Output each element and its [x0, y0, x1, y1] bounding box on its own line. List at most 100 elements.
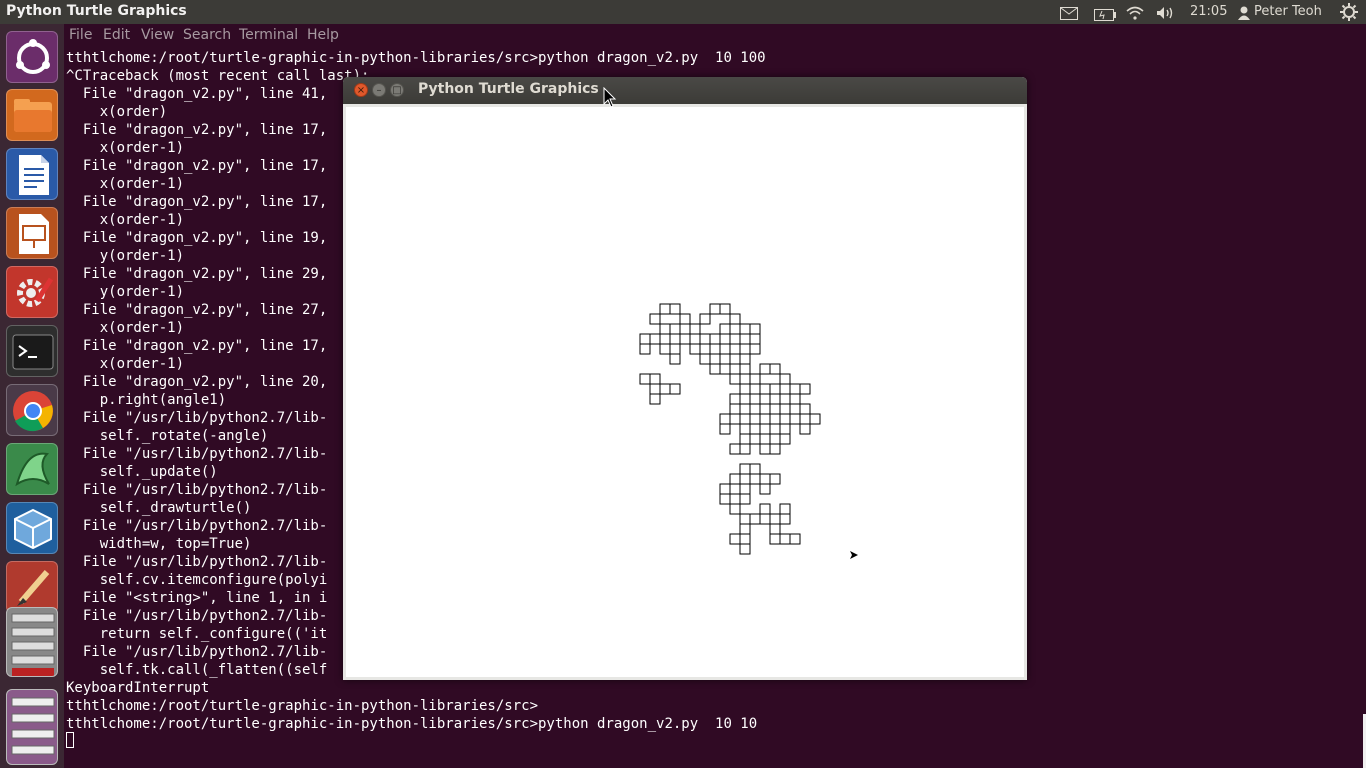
- terminal-icon[interactable]: [6, 325, 58, 377]
- terminal-line: tthtlchome:/root/turtle-graphic-in-pytho…: [66, 716, 758, 732]
- curve-segment: [699, 333, 711, 345]
- menu-file[interactable]: File: [69, 27, 92, 43]
- curve-segment: [769, 383, 781, 395]
- menu-search[interactable]: Search: [183, 27, 231, 43]
- curve-segment: [749, 383, 761, 395]
- chrome-icon[interactable]: [6, 384, 58, 436]
- curve-segment: [759, 363, 771, 375]
- curve-segment: [739, 543, 751, 555]
- curve-segment: [769, 393, 781, 405]
- curve-segment: [649, 393, 661, 405]
- curve-segment: [759, 423, 771, 435]
- volume-icon[interactable]: [1156, 5, 1176, 19]
- curve-segment: [749, 333, 761, 345]
- trash-stack-icon[interactable]: [6, 689, 58, 765]
- mouse-pointer-icon: [603, 86, 617, 113]
- system-settings-icon[interactable]: [6, 266, 58, 318]
- curve-segment: [729, 373, 741, 385]
- curve-segment: [709, 333, 721, 345]
- menu-terminal[interactable]: Terminal: [239, 27, 298, 43]
- curve-segment: [749, 413, 761, 425]
- curve-segment: [679, 333, 691, 345]
- terminal-line: tthtlchome:/root/turtle-graphic-in-pytho…: [66, 698, 539, 714]
- curve-segment: [779, 413, 791, 425]
- curve-segment: [729, 333, 741, 345]
- menu-view[interactable]: View: [141, 27, 174, 43]
- curve-segment: [779, 383, 791, 395]
- session-gear-icon[interactable]: [1340, 3, 1358, 21]
- libreoffice-impress-icon[interactable]: [6, 207, 58, 259]
- curve-segment: [769, 363, 781, 375]
- curve-segment: [779, 393, 791, 405]
- files-icon[interactable]: [6, 89, 58, 141]
- curve-segment: [749, 473, 761, 485]
- close-button[interactable]: ×: [354, 83, 368, 97]
- curve-segment: [659, 343, 671, 355]
- battery-icon[interactable]: [1094, 6, 1116, 21]
- libreoffice-writer-icon[interactable]: [6, 148, 58, 200]
- curve-segment: [779, 503, 791, 515]
- curve-segment: [719, 483, 731, 495]
- maximize-button[interactable]: □: [390, 83, 404, 97]
- turtle-canvas[interactable]: [346, 107, 1024, 677]
- curve-segment: [739, 483, 751, 495]
- curve-segment: [749, 343, 761, 355]
- curve-segment: [779, 433, 791, 445]
- virtualbox-icon[interactable]: [6, 502, 58, 554]
- curve-segment: [729, 323, 741, 335]
- curve-segment: [679, 323, 691, 335]
- curve-segment: [769, 413, 781, 425]
- curve-segment: [719, 353, 731, 365]
- curve-segment: [759, 393, 771, 405]
- curve-segment: [749, 433, 761, 445]
- curve-segment: [649, 373, 661, 385]
- app-title: Python Turtle Graphics: [6, 3, 187, 19]
- turtle-graphics-window[interactable]: × – □ Python Turtle Graphics: [343, 77, 1027, 680]
- curve-segment: [719, 323, 731, 335]
- curve-segment: [729, 393, 741, 405]
- menu-help[interactable]: Help: [307, 27, 339, 43]
- terminal-menubar: File Edit View Search Terminal Help: [64, 24, 1366, 48]
- ubuntu-dash-icon[interactable]: [6, 31, 58, 83]
- curve-segment: [739, 443, 751, 455]
- curve-segment: [739, 393, 751, 405]
- curve-segment: [669, 353, 681, 365]
- curve-segment: [739, 523, 751, 535]
- curve-segment: [769, 513, 781, 525]
- wifi-icon[interactable]: [1126, 5, 1144, 20]
- user-name[interactable]: Peter Teoh: [1254, 0, 1322, 24]
- curve-segment: [739, 343, 751, 355]
- curve-segment: [729, 443, 741, 455]
- curve-segment: [649, 313, 661, 325]
- window-title: Python Turtle Graphics: [418, 81, 599, 97]
- curve-segment: [739, 363, 751, 375]
- curve-segment: [739, 403, 751, 415]
- curve-segment: [739, 383, 751, 395]
- window-titlebar[interactable]: × – □ Python Turtle Graphics: [343, 77, 1027, 104]
- clock[interactable]: 21:05: [1190, 0, 1227, 24]
- mail-icon[interactable]: [1060, 5, 1078, 20]
- curve-segment: [799, 383, 811, 395]
- minimize-button[interactable]: –: [372, 83, 386, 97]
- curve-segment: [779, 513, 791, 525]
- curve-segment: [769, 443, 781, 455]
- curve-segment: [739, 323, 751, 335]
- curve-segment: [719, 363, 731, 375]
- menu-edit[interactable]: Edit: [103, 27, 130, 43]
- terminal-line: tthtlchome:/root/turtle-graphic-in-pytho…: [66, 50, 766, 66]
- curve-segment: [799, 413, 811, 425]
- curve-segment: [739, 423, 751, 435]
- workspace-stack-icon[interactable]: [6, 607, 58, 677]
- paint-icon[interactable]: [6, 561, 58, 613]
- curve-segment: [669, 323, 681, 335]
- curve-segment: [769, 523, 781, 535]
- curve-segment: [729, 363, 741, 375]
- terminal-cursor: [66, 732, 74, 748]
- turtle-cursor-icon: [850, 551, 858, 559]
- curve-segment: [759, 433, 771, 445]
- curve-segment: [759, 473, 771, 485]
- curve-segment: [649, 383, 661, 395]
- inkscape-icon[interactable]: [6, 443, 58, 495]
- curve-segment: [759, 403, 771, 415]
- curve-segment: [779, 373, 791, 385]
